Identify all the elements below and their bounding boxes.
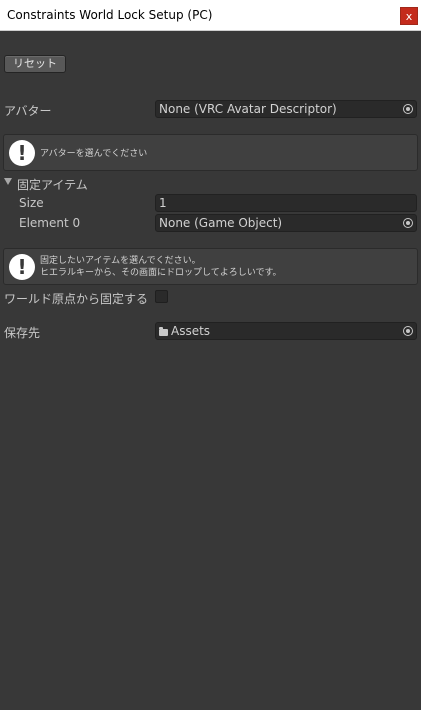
element0-label: Element 0: [19, 216, 81, 230]
info-exclamation-icon: !: [9, 254, 35, 280]
size-value: 1: [159, 196, 167, 210]
folder-icon: [159, 327, 168, 336]
fixed-items-help-line2: ヒエラルキーから、その画面にドロップしてよろしいです。: [40, 268, 282, 278]
world-origin-label: ワールド原点から固定する: [4, 292, 149, 306]
fixed-items-help-line1: 固定したいアイテムを選んでください。: [40, 256, 201, 266]
element0-object-field[interactable]: None (Game Object): [155, 214, 417, 232]
avatar-object-field[interactable]: None (VRC Avatar Descriptor): [155, 100, 417, 118]
avatar-label: アバター: [4, 104, 52, 118]
save-location-field[interactable]: Assets: [155, 322, 417, 340]
foldout-triangle-icon[interactable]: [4, 178, 12, 185]
element0-field-value: None (Game Object): [159, 216, 283, 230]
fixed-items-foldout[interactable]: 固定アイテム: [17, 176, 88, 193]
avatar-field-value: None (VRC Avatar Descriptor): [159, 102, 337, 116]
avatar-help-box: ! アバターを選んでください: [3, 134, 418, 171]
avatar-help-text: アバターを選んでください: [40, 149, 148, 159]
object-picker-icon[interactable]: [403, 218, 413, 228]
editor-window: Constraints World Lock Setup (PC) x リセット…: [0, 0, 421, 710]
size-input[interactable]: 1: [155, 194, 417, 212]
info-exclamation-icon: !: [9, 140, 35, 166]
fixed-items-help-box: ! 固定したいアイテムを選んでください。 ヒエラルキーから、その画面にドロップし…: [3, 248, 418, 285]
world-origin-checkbox[interactable]: [155, 290, 168, 303]
save-location-value: Assets: [171, 324, 211, 338]
size-label: Size: [19, 196, 44, 210]
reset-button[interactable]: リセット: [4, 55, 66, 73]
window-title: Constraints World Lock Setup (PC): [7, 8, 213, 22]
object-picker-icon[interactable]: [403, 104, 413, 114]
object-picker-icon[interactable]: [403, 326, 413, 336]
close-button[interactable]: x: [400, 7, 418, 25]
title-bar[interactable]: Constraints World Lock Setup (PC) x: [0, 0, 421, 31]
save-location-label: 保存先: [4, 326, 41, 340]
